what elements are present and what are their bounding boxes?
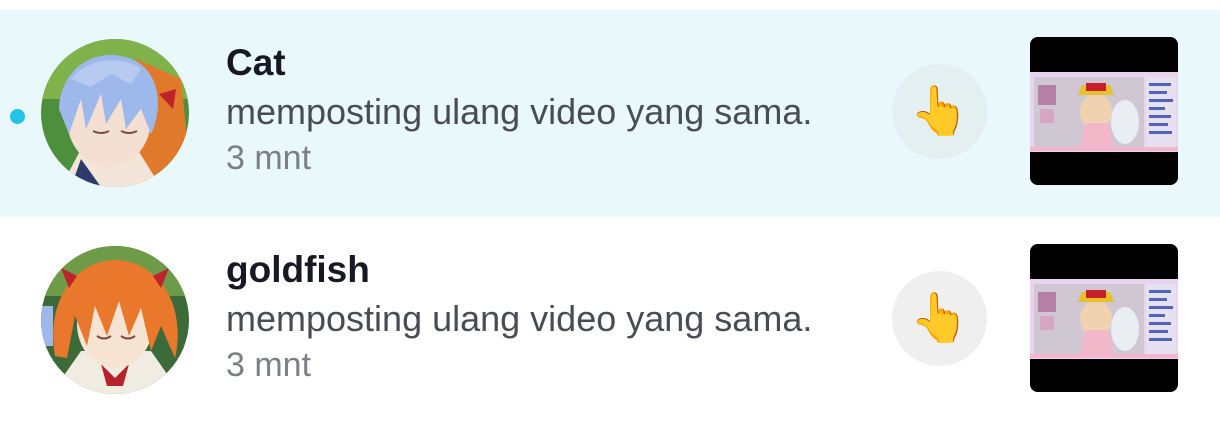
activity-list: Cat memposting ulang video yang sama. 3 … [0,0,1220,433]
pointing-hand-icon[interactable]: 👆 [892,271,987,366]
video-thumbnail[interactable] [1030,244,1178,392]
avatar[interactable] [41,246,189,394]
video-thumbnail-image [1030,244,1178,392]
notification-action: memposting ulang video yang sama. [226,91,813,132]
avatar-image [41,246,189,394]
notification-text: goldfish memposting ulang video yang sam… [226,247,812,387]
pointing-hand-icon[interactable]: 👆 [892,64,987,159]
username[interactable]: Cat [226,40,812,86]
timestamp: 3 mnt [226,139,312,177]
username[interactable]: goldfish [226,247,812,293]
unread-dot [10,109,25,124]
notification-item[interactable]: Cat memposting ulang video yang sama. 3 … [0,10,1220,217]
notification-item[interactable]: goldfish memposting ulang video yang sam… [0,217,1220,424]
video-thumbnail[interactable] [1030,37,1178,185]
notification-action: memposting ulang video yang sama. [226,298,813,339]
notification-text: Cat memposting ulang video yang sama. 3 … [226,40,812,180]
avatar[interactable] [41,39,189,187]
video-thumbnail-image [1030,37,1178,185]
timestamp: 3 mnt [226,346,312,384]
avatar-image [41,39,189,187]
